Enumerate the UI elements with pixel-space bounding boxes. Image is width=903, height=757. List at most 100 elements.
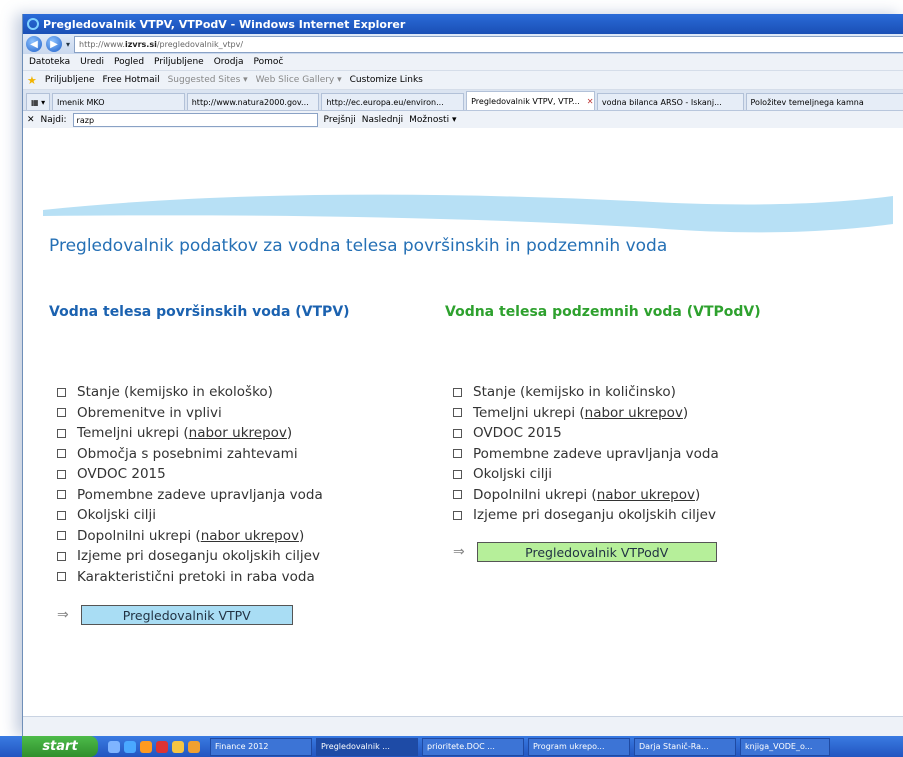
- nabor-ukrepov-link[interactable]: nabor ukrepov: [201, 528, 299, 544]
- windows-taskbar: start Finance 2012 Pregledovalnik ... pr…: [0, 736, 903, 757]
- find-next-button[interactable]: Naslednji: [362, 115, 403, 125]
- tab-polozitev[interactable]: Položitev temeljnega kamna: [745, 93, 903, 110]
- vtpodv-launch-row: ⇒ Pregledovalnik VTPodV: [453, 542, 717, 562]
- checkbox[interactable]: [57, 449, 66, 459]
- item-label: Izjeme pri doseganju okoljskih ciljev: [473, 507, 716, 524]
- page-content: Pregledovalnik podatkov za vodna telesa …: [23, 128, 903, 716]
- tab-bar: ▦ ▾ Imenik MKO http://www.natura2000.gov…: [23, 90, 903, 111]
- item-label: Karakteristični pretoki in raba voda: [77, 568, 315, 585]
- checkbox[interactable]: [453, 469, 462, 479]
- tab-imenik-mko[interactable]: Imenik MKO: [51, 93, 185, 110]
- address-host: izvrs.si: [124, 39, 157, 49]
- item-label: Pomembne zadeve upravljanja voda: [473, 445, 719, 462]
- start-button[interactable]: start: [22, 736, 98, 757]
- task-prioritete[interactable]: prioritete.DOC ...: [422, 737, 524, 756]
- list-item: Okoljski cilji: [57, 505, 323, 526]
- find-previous-button[interactable]: Prejšnji: [324, 115, 356, 125]
- menu-tools[interactable]: Orodja: [214, 57, 244, 67]
- desktop-icon[interactable]: [108, 740, 120, 753]
- folder-icon[interactable]: [172, 740, 184, 753]
- list-item: Dopolnilni ukrepi (nabor ukrepov): [453, 485, 719, 506]
- menu-favorites[interactable]: Priljubljene: [154, 57, 204, 67]
- checkbox[interactable]: [453, 510, 462, 520]
- item-label: Pomembne zadeve upravljanja voda: [77, 486, 323, 503]
- item-label: Stanje (kemijsko in količinsko): [473, 384, 676, 401]
- menu-edit[interactable]: Uredi: [80, 57, 104, 67]
- checkbox[interactable]: [453, 449, 462, 459]
- address-bar[interactable]: http://www. izvrs.si/pregledovalnik_vtpv/: [74, 35, 903, 53]
- task-label: prioritete.DOC ...: [427, 742, 495, 751]
- quick-tabs-button[interactable]: ▦ ▾: [26, 93, 50, 110]
- list-item: Izjeme pri doseganju okoljskih ciljev: [57, 546, 323, 567]
- checkbox[interactable]: [57, 510, 66, 520]
- close-tab-icon[interactable]: ✕: [587, 97, 594, 106]
- title-bar: Pregledovalnik VTPV, VTPodV - Windows In…: [23, 14, 903, 34]
- pregledovalnik-vtpodv-button[interactable]: Pregledovalnik VTPodV: [476, 542, 717, 562]
- find-input[interactable]: razp: [72, 113, 318, 127]
- favorite-link-suggested-sites[interactable]: Suggested Sites ▾: [168, 75, 248, 85]
- checkbox[interactable]: [57, 572, 66, 582]
- checkbox[interactable]: [453, 387, 462, 397]
- checkbox[interactable]: [453, 408, 462, 418]
- checkbox[interactable]: [57, 387, 66, 397]
- find-options-button[interactable]: Možnosti ▾: [409, 115, 456, 125]
- nabor-ukrepov-link[interactable]: nabor ukrepov: [585, 405, 683, 421]
- back-button[interactable]: ◀: [26, 36, 42, 52]
- vtpodv-checklist: Stanje (kemijsko in količinsko) Temeljni…: [453, 382, 719, 526]
- tab-pregledovalnik[interactable]: Pregledovalnik VTPV, VTP... ✕: [466, 91, 595, 110]
- app-icon[interactable]: [188, 740, 200, 753]
- list-item: Obremenitve in vplivi: [57, 403, 323, 424]
- task-label: knjiga_VODE_o...: [745, 742, 813, 751]
- task-program-ukrepov[interactable]: Program ukrepo...: [528, 737, 630, 756]
- tab-label: http://www.natura2000.gov...: [191, 97, 309, 107]
- nabor-ukrepov-link[interactable]: nabor ukrepov: [597, 487, 695, 503]
- favorites-button[interactable]: Priljubljene: [45, 75, 95, 85]
- tab-ec-europa[interactable]: http://ec.europa.eu/environ...: [321, 93, 465, 110]
- nabor-ukrepov-link[interactable]: nabor ukrepov: [189, 425, 287, 441]
- favorite-link-hotmail[interactable]: Free Hotmail: [103, 75, 160, 85]
- favorite-link-web-slice-gallery[interactable]: Web Slice Gallery ▾: [256, 75, 342, 85]
- favorite-link-customize-links[interactable]: Customize Links: [350, 75, 423, 85]
- status-bar: [23, 716, 903, 736]
- find-label: Najdi:: [40, 115, 67, 125]
- item-label: Okoljski cilji: [473, 466, 553, 483]
- tab-vodna-bilanca[interactable]: vodna bilanca ARSO - Iskanj...: [596, 93, 744, 110]
- pregledovalnik-vtpv-button[interactable]: Pregledovalnik VTPV: [80, 605, 293, 625]
- checkbox[interactable]: [57, 490, 66, 500]
- close-find-icon[interactable]: ✕: [27, 115, 35, 125]
- firefox-icon[interactable]: [140, 740, 152, 753]
- checkbox[interactable]: [57, 428, 66, 438]
- checkbox[interactable]: [57, 531, 66, 541]
- address-path: /pregledovalnik_vtpv/: [156, 39, 244, 49]
- task-label: Program ukrepo...: [533, 742, 605, 751]
- task-label: Darja Stanič-Ra...: [639, 742, 709, 751]
- tab-natura2000[interactable]: http://www.natura2000.gov...: [186, 93, 320, 110]
- checkbox[interactable]: [57, 469, 66, 479]
- menu-file[interactable]: Datoteka: [29, 57, 70, 67]
- item-label-suffix: ): [286, 425, 293, 442]
- checkbox[interactable]: [57, 551, 66, 561]
- vtpv-checklist: Stanje (kemijsko in ekološko) Obremenitv…: [57, 382, 323, 587]
- window-title: Pregledovalnik VTPV, VTPodV - Windows In…: [43, 17, 406, 31]
- list-item: Dopolnilni ukrepi (nabor ukrepov): [57, 526, 323, 547]
- menu-help[interactable]: Pomoč: [254, 57, 284, 67]
- task-knjiga-vode[interactable]: knjiga_VODE_o...: [740, 737, 830, 756]
- task-darja[interactable]: Darja Stanič-Ra...: [634, 737, 736, 756]
- list-item: OVDOC 2015: [57, 464, 323, 485]
- checkbox[interactable]: [453, 490, 462, 500]
- vtpv-title: Vodna telesa površinskih voda (VTPV): [49, 304, 350, 320]
- item-label: Izjeme pri doseganju okoljskih ciljev: [77, 548, 320, 565]
- menu-view[interactable]: Pogled: [114, 57, 144, 67]
- tab-label: Položitev temeljnega kamna: [750, 97, 864, 107]
- checkbox[interactable]: [453, 428, 462, 438]
- item-label: Stanje (kemijsko in ekološko): [77, 384, 273, 401]
- item-label: Območja s posebnimi zahtevami: [77, 445, 298, 462]
- task-pregledovalnik[interactable]: Pregledovalnik ...: [316, 737, 418, 756]
- ie-icon[interactable]: [124, 740, 136, 753]
- forward-button[interactable]: ▶: [46, 36, 62, 52]
- task-finance-2012[interactable]: Finance 2012: [210, 737, 312, 756]
- list-item: Temeljni ukrepi (nabor ukrepov): [57, 423, 323, 444]
- history-dropdown-icon[interactable]: ▾: [66, 40, 70, 49]
- pdf-icon[interactable]: [156, 740, 168, 753]
- checkbox[interactable]: [57, 408, 66, 418]
